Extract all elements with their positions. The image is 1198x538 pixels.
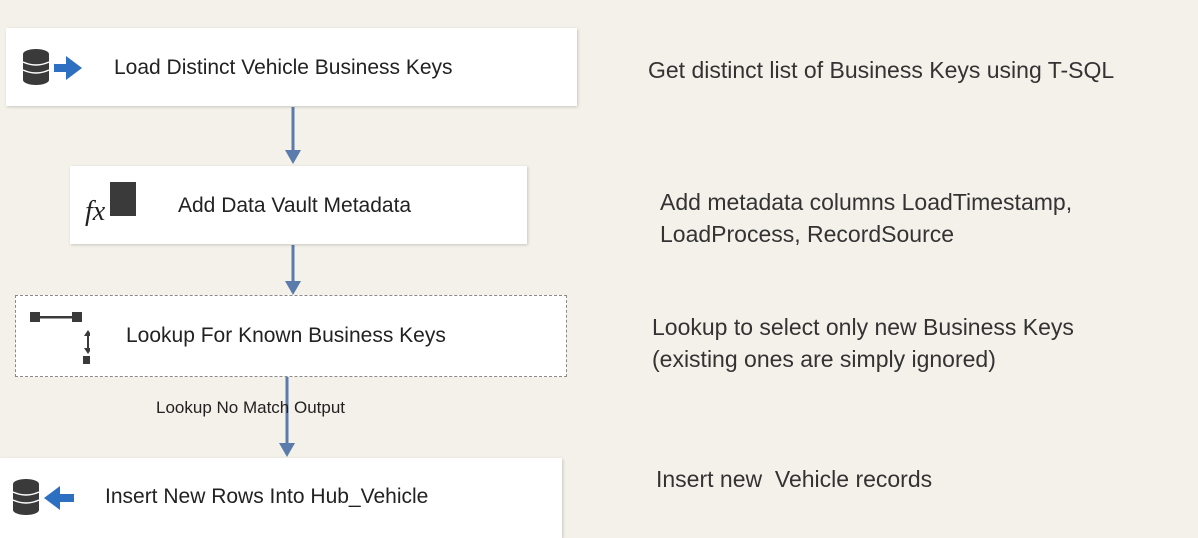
task-load-distinct-vehicle-business-keys[interactable]: Load Distinct Vehicle Business Keys bbox=[6, 28, 577, 106]
annotation-line: Insert new Vehicle records bbox=[656, 466, 933, 492]
derived-column-icon: fx bbox=[82, 182, 142, 230]
task-insert-new-rows-into-hub-vehicle[interactable]: Insert New Rows Into Hub_Vehicle bbox=[0, 458, 562, 538]
connector-1[interactable] bbox=[285, 107, 301, 164]
annotation-insert[interactable]: Insert new Vehicle records bbox=[656, 463, 932, 495]
ole-db-source-icon bbox=[22, 49, 82, 85]
ole-db-destination-icon bbox=[12, 479, 74, 515]
annotation-line: Get distinct list of Business Keys using… bbox=[648, 57, 1115, 83]
annotation-line: Lookup to select only new Business Keys bbox=[652, 314, 1074, 340]
annotation-line: LoadProcess, RecordSource bbox=[660, 221, 955, 247]
task-lookup-for-known-business-keys[interactable]: Lookup For Known Business Keys bbox=[15, 295, 567, 377]
task-label: Lookup For Known Business Keys bbox=[126, 324, 446, 347]
task-label: Insert New Rows Into Hub_Vehicle bbox=[105, 485, 429, 508]
task-label: Load Distinct Vehicle Business Keys bbox=[114, 56, 453, 79]
annotation-line: Add metadata columns LoadTimestamp, bbox=[660, 189, 1073, 215]
lookup-icon bbox=[30, 312, 90, 364]
annotation-add-metadata[interactable]: Add metadata columns LoadTimestamp, Load… bbox=[660, 186, 1072, 250]
connector-2[interactable] bbox=[285, 245, 301, 295]
task-add-data-vault-metadata[interactable]: fx Add Data Vault Metadata bbox=[70, 166, 527, 244]
lookup-no-match-output-label[interactable]: Lookup No Match Output bbox=[156, 398, 345, 418]
task-label: Add Data Vault Metadata bbox=[178, 194, 412, 217]
annotation-line: (existing ones are simply ignored) bbox=[652, 346, 996, 372]
annotation-lookup[interactable]: Lookup to select only new Business Keys … bbox=[652, 311, 1074, 375]
annotation-load-distinct[interactable]: Get distinct list of Business Keys using… bbox=[648, 54, 1114, 86]
